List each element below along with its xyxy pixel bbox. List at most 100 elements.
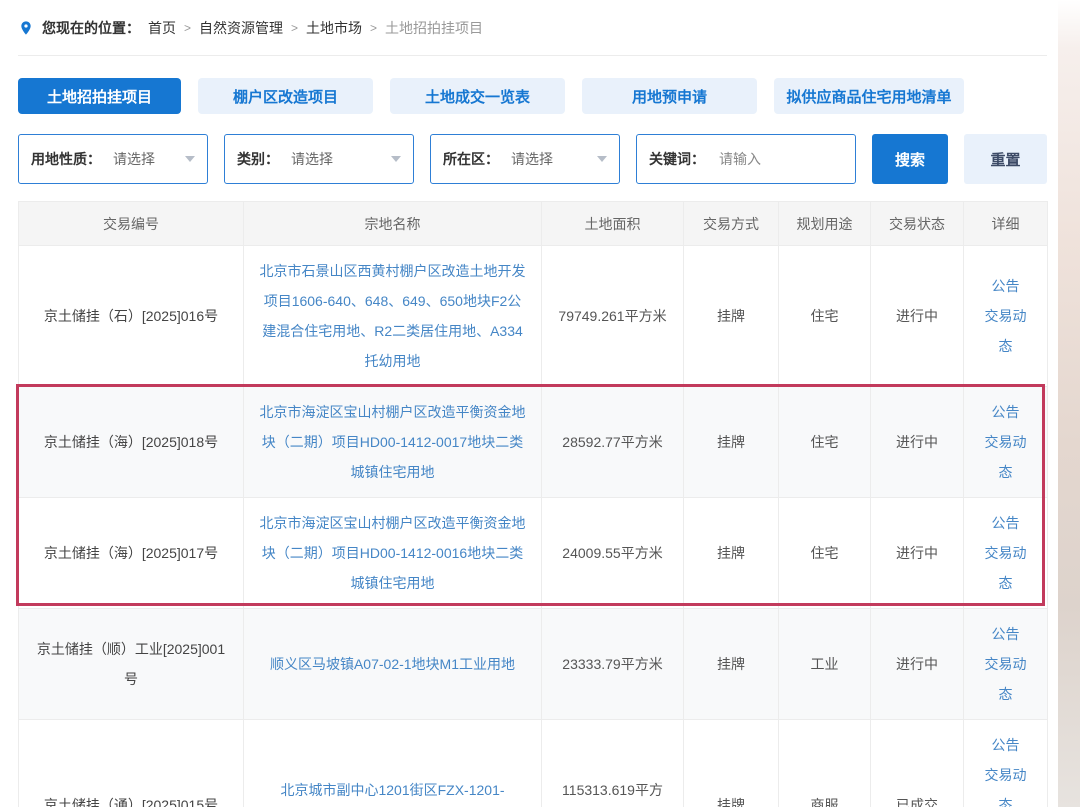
cell-deal-id: 京土储挂（海）[2025]018号	[19, 387, 244, 498]
page: 您现在的位置： 首页>自然资源管理>土地市场>土地招拍挂项目 土地招拍挂项目棚户…	[0, 0, 1080, 807]
reset-button[interactable]: 重置	[964, 134, 1047, 184]
keyword-input[interactable]	[719, 151, 843, 167]
breadcrumb: 您现在的位置： 首页 > 自然资源管理 > 土地市场 > 土地招拍挂项目	[18, 0, 1047, 56]
parcel-name-link[interactable]: 顺义区马坡镇A07-02-1地块M1工业用地	[270, 656, 515, 672]
cell-deal-status: 进行中	[871, 498, 964, 609]
breadcrumb-item[interactable]: 自然资源管理	[199, 18, 283, 38]
parcel-name-link[interactable]: 北京市海淀区宝山村棚户区改造平衡资金地块（二期）项目HD00-1412-0017…	[260, 404, 526, 480]
filter-bar: 用地性质：请选择类别：请选择所在区：请选择 关键词： 搜索 重置	[18, 134, 1047, 184]
breadcrumb-item: 土地招拍挂项目	[385, 18, 483, 38]
cell-planned-usage: 商服	[779, 720, 871, 807]
cell-parcel-name: 北京市海淀区宝山村棚户区改造平衡资金地块（二期）项目HD00-1412-0016…	[244, 498, 542, 609]
column-header: 详细	[964, 202, 1048, 246]
detail-link[interactable]: 公告	[978, 730, 1033, 760]
cell-land-area: 23333.79平方米	[542, 609, 684, 720]
detail-link[interactable]: 交易动态	[978, 649, 1033, 709]
cell-parcel-name: 顺义区马坡镇A07-02-1地块M1工业用地	[244, 609, 542, 720]
select-label: 所在区：	[443, 149, 499, 169]
select-label: 用地性质：	[31, 149, 101, 169]
cell-deal-method: 挂牌	[684, 246, 779, 387]
chevron-down-icon	[185, 156, 195, 162]
cell-deal-status: 进行中	[871, 246, 964, 387]
cell-deal-status: 进行中	[871, 387, 964, 498]
tab[interactable]: 棚户区改造项目	[198, 78, 373, 114]
tab[interactable]: 土地成交一览表	[390, 78, 565, 114]
detail-link[interactable]: 交易动态	[978, 760, 1033, 807]
column-header: 宗地名称	[244, 202, 542, 246]
detail-link[interactable]: 交易动态	[978, 538, 1033, 598]
cell-detail-links: 公告交易动态	[964, 246, 1048, 387]
detail-link[interactable]: 公告	[978, 508, 1033, 538]
cell-planned-usage: 住宅	[779, 387, 871, 498]
cell-deal-id: 京土储挂（石）[2025]016号	[19, 246, 244, 387]
page-background-strip	[1058, 0, 1080, 807]
cell-deal-id: 京土储挂（通）[2025]015号	[19, 720, 244, 807]
cell-parcel-name: 北京市海淀区宝山村棚户区改造平衡资金地块（二期）项目HD00-1412-0017…	[244, 387, 542, 498]
cell-parcel-name: 北京城市副中心1201街区FZX-1201-0081、0171地块A4体育用地	[244, 720, 542, 807]
select-value: 请选择	[511, 149, 597, 169]
results-table: 交易编号宗地名称土地面积交易方式规划用途交易状态详细 京土储挂（石）[2025]…	[18, 201, 1048, 807]
cell-deal-method: 挂牌	[684, 609, 779, 720]
cell-deal-status: 已成交	[871, 720, 964, 807]
select-district[interactable]: 所在区： 请选择	[430, 134, 620, 184]
cell-detail-links: 公告交易动态	[964, 609, 1048, 720]
results-table-wrap: 交易编号宗地名称土地面积交易方式规划用途交易状态详细 京土储挂（石）[2025]…	[18, 201, 1047, 807]
column-header: 交易编号	[19, 202, 244, 246]
detail-link[interactable]: 交易动态	[978, 427, 1033, 487]
cell-land-area: 115313.619平方米	[542, 720, 684, 807]
table-row: 京土储挂（海）[2025]017号北京市海淀区宝山村棚户区改造平衡资金地块（二期…	[19, 498, 1048, 609]
breadcrumb-separator: >	[184, 21, 191, 35]
cell-deal-method: 挂牌	[684, 720, 779, 807]
chevron-down-icon	[391, 156, 401, 162]
select-value: 请选择	[291, 149, 391, 169]
keyword-label: 关键词：	[649, 149, 705, 169]
column-header: 规划用途	[779, 202, 871, 246]
table-row: 京土储挂（顺）工业[2025]001号 顺义区马坡镇A07-02-1地块M1工业用…	[19, 609, 1048, 720]
select-category[interactable]: 类别： 请选择	[224, 134, 414, 184]
cell-deal-method: 挂牌	[684, 498, 779, 609]
tab[interactable]: 土地招拍挂项目	[18, 78, 181, 114]
detail-link[interactable]: 公告	[978, 271, 1033, 301]
location-pin-icon	[18, 20, 34, 36]
cell-land-area: 24009.55平方米	[542, 498, 684, 609]
select-land-nature[interactable]: 用地性质： 请选择	[18, 134, 208, 184]
detail-link[interactable]: 交易动态	[978, 301, 1033, 361]
cell-detail-links: 公告交易动态	[964, 498, 1048, 609]
breadcrumb-prefix: 您现在的位置：	[42, 18, 140, 38]
keyword-field[interactable]: 关键词：	[636, 134, 856, 184]
cell-deal-method: 挂牌	[684, 387, 779, 498]
cell-parcel-name: 北京市石景山区西黄村棚户区改造土地开发项目1606-640、648、649、65…	[244, 246, 542, 387]
detail-link[interactable]: 公告	[978, 619, 1033, 649]
select-label: 类别：	[237, 149, 279, 169]
breadcrumb-item[interactable]: 土地市场	[306, 18, 362, 38]
breadcrumb-separator: >	[370, 21, 377, 35]
cell-detail-links: 公告交易动态	[964, 387, 1048, 498]
tab-bar: 土地招拍挂项目棚户区改造项目土地成交一览表用地预申请拟供应商品住宅用地清单	[18, 78, 1047, 114]
cell-planned-usage: 住宅	[779, 246, 871, 387]
breadcrumb-separator: >	[291, 21, 298, 35]
table-row: 京土储挂（海）[2025]018号北京市海淀区宝山村棚户区改造平衡资金地块（二期…	[19, 387, 1048, 498]
column-header: 交易状态	[871, 202, 964, 246]
parcel-name-link[interactable]: 北京城市副中心1201街区FZX-1201-0081、0171地块A4体育用地	[280, 782, 504, 807]
select-value: 请选择	[113, 149, 185, 169]
table-row: 京土储挂（石）[2025]016号北京市石景山区西黄村棚户区改造土地开发项目16…	[19, 246, 1048, 387]
search-button[interactable]: 搜索	[872, 134, 948, 184]
cell-land-area: 28592.77平方米	[542, 387, 684, 498]
column-header: 土地面积	[542, 202, 684, 246]
cell-land-area: 79749.261平方米	[542, 246, 684, 387]
breadcrumb-item[interactable]: 首页	[148, 18, 176, 38]
cell-deal-id: 京土储挂（顺）工业[2025]001号	[19, 609, 244, 720]
cell-deal-id: 京土储挂（海）[2025]017号	[19, 498, 244, 609]
tab[interactable]: 拟供应商品住宅用地清单	[774, 78, 964, 114]
detail-link[interactable]: 公告	[978, 397, 1033, 427]
parcel-name-link[interactable]: 北京市石景山区西黄村棚户区改造土地开发项目1606-640、648、649、65…	[260, 263, 526, 369]
table-header-row: 交易编号宗地名称土地面积交易方式规划用途交易状态详细	[19, 202, 1048, 246]
column-header: 交易方式	[684, 202, 779, 246]
parcel-name-link[interactable]: 北京市海淀区宝山村棚户区改造平衡资金地块（二期）项目HD00-1412-0016…	[260, 515, 526, 591]
table-row: 京土储挂（通）[2025]015号北京城市副中心1201街区FZX-1201-0…	[19, 720, 1048, 807]
cell-detail-links: 公告交易动态交易结果	[964, 720, 1048, 807]
tab[interactable]: 用地预申请	[582, 78, 757, 114]
chevron-down-icon	[597, 156, 607, 162]
cell-planned-usage: 工业	[779, 609, 871, 720]
cell-deal-status: 进行中	[871, 609, 964, 720]
